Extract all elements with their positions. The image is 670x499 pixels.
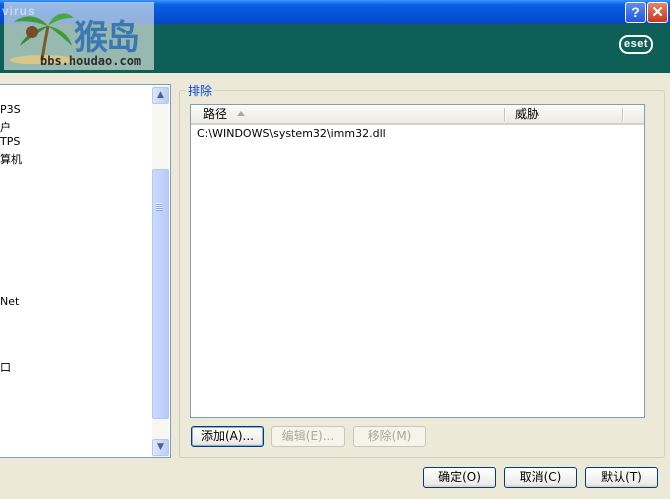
tree-item[interactable]: P3S (0, 103, 21, 116)
watermark-title: 猴岛 (74, 18, 140, 58)
list-item[interactable]: C:\WINDOWS\system32\imm32.dll (197, 127, 386, 140)
cancel-button[interactable]: 取消(C) (504, 467, 577, 488)
list-header: 路径 威胁 (191, 105, 644, 125)
ok-button[interactable]: 确定(O) (423, 467, 496, 488)
help-button[interactable]: ? (625, 2, 646, 23)
tree-item[interactable]: Net (0, 295, 19, 308)
edit-button[interactable]: 编辑(E)... (271, 426, 345, 447)
close-button[interactable]: ✕ (647, 2, 668, 23)
tree-item[interactable]: TPS (0, 135, 20, 148)
column-divider[interactable] (622, 108, 624, 121)
sort-ascending-icon (237, 111, 245, 116)
scroll-up-icon[interactable]: ▲ (152, 87, 169, 104)
exclusion-path: C:\WINDOWS\system32\imm32.dll (197, 127, 386, 140)
exclusions-group-title: 排除 (186, 82, 215, 99)
column-divider[interactable] (504, 108, 506, 121)
eset-logo: eset (619, 35, 654, 54)
exclusions-list[interactable]: 路径 威胁 C:\WINDOWS\system32\imm32.dll (190, 104, 645, 418)
tree-item[interactable]: 口 (0, 359, 11, 375)
settings-tree[interactable]: P3S 户 TPS 算机 Net 口 ▲ ▼ (0, 84, 171, 458)
watermark: 猴岛 bbs.houdao.com (4, 2, 154, 70)
grip-icon (156, 203, 163, 211)
column-header-path[interactable]: 路径 (203, 105, 227, 123)
default-button[interactable]: 默认(T) (585, 467, 658, 488)
add-button[interactable]: 添加(A)... (191, 426, 264, 447)
tree-scrollbar[interactable]: ▲ ▼ (152, 85, 169, 457)
tree-item[interactable]: 户 (0, 119, 11, 135)
tree-item[interactable]: 算机 (0, 151, 22, 167)
remove-button[interactable]: 移除(M) (353, 426, 426, 447)
watermark-url: bbs.houdao.com (40, 54, 142, 68)
scroll-down-icon[interactable]: ▼ (152, 439, 169, 456)
column-header-threat[interactable]: 威胁 (515, 105, 539, 123)
